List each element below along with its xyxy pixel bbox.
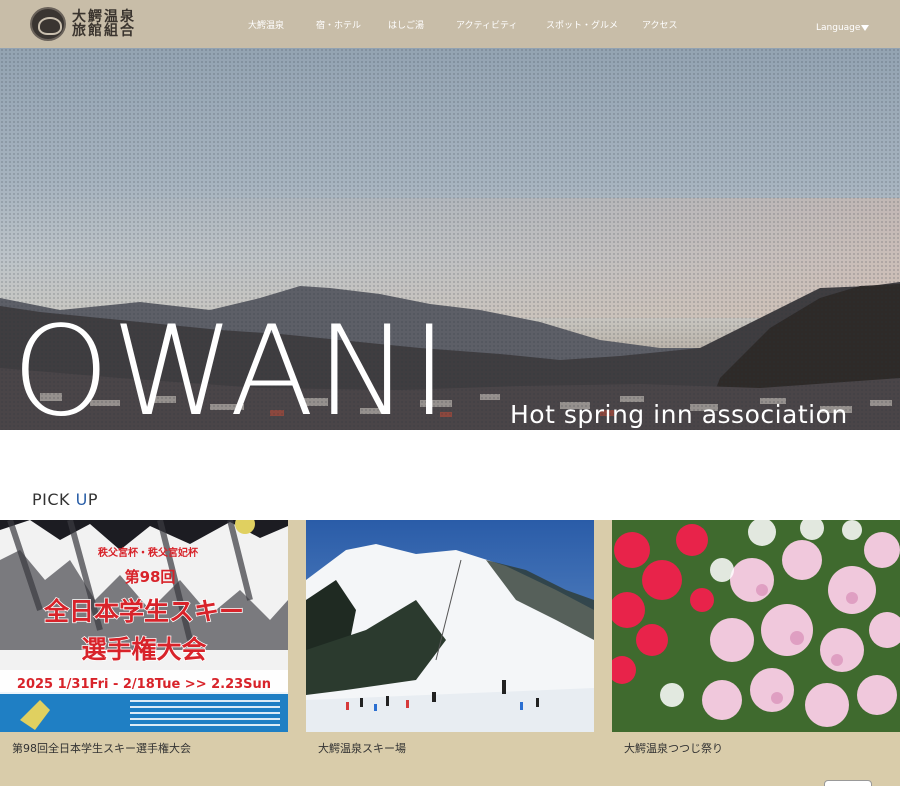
poster-dates: 2025 1/31Fri - 2/18Tue >> 2.23Sun (17, 677, 271, 692)
pickup-card-ski-resort[interactable]: 大鰐温泉スキー場 (306, 520, 594, 786)
pickup-card-ski-championship[interactable]: 秩父宮杯・秩父宮妃杯 第98回 全日本学生スキー 選手権大会 2025 1/31… (0, 520, 288, 786)
azalea-illustration (612, 520, 900, 732)
pickup-caption: 大鰐温泉スキー場 (318, 742, 406, 755)
hero-subtitle: Hot spring inn association (510, 400, 848, 429)
logo-text: 大鰐温泉 旅館組合 (72, 10, 136, 38)
pickup-caption: 第98回全日本学生スキー選手権大会 (12, 742, 191, 755)
site-logo[interactable]: 大鰐温泉 旅館組合 (30, 7, 136, 41)
ski-slope-illustration (306, 520, 594, 732)
logo-line-2: 旅館組合 (72, 23, 136, 39)
pickup-card-azalea-festival[interactable]: 大鰐温泉つつじ祭り (612, 520, 900, 786)
pickup-caption: 大鰐温泉つつじ祭り (624, 742, 723, 755)
language-selector[interactable]: Language (816, 23, 870, 33)
nav-item-access[interactable]: アクセス (642, 18, 678, 31)
poster-round: 第98回 (125, 568, 176, 586)
logo-emblem-icon (30, 7, 66, 41)
hero-banner: OWANI Hot spring inn association (0, 48, 900, 430)
hero-title: OWANI (12, 300, 450, 430)
nav-item-spots-gourmet[interactable]: スポット・グルメ (546, 18, 618, 31)
scroll-button[interactable] (824, 780, 872, 786)
logo-line-1: 大鰐温泉 (72, 9, 136, 25)
azalea-festival-photo (612, 520, 900, 732)
poster-top-line: 秩父宮杯・秩父宮妃杯 (98, 546, 199, 559)
poster-illustration: 秩父宮杯・秩父宮妃杯 第98回 全日本学生スキー 選手権大会 2025 1/31… (0, 520, 288, 732)
nav-item-owani-onsen[interactable]: 大鰐温泉 (248, 18, 284, 31)
poster-line-2: 選手権大会 (81, 635, 206, 664)
poster-line-1: 全日本学生スキー (43, 597, 244, 626)
ski-championship-poster-image: 秩父宮杯・秩父宮妃杯 第98回 全日本学生スキー 選手権大会 2025 1/31… (0, 520, 288, 732)
pickup-heading-accent: U (75, 490, 88, 509)
pickup-heading: PICK UP (32, 490, 98, 509)
pickup-heading-part3: P (87, 490, 98, 509)
nav-item-hotels[interactable]: 宿・ホテル (316, 18, 361, 31)
nav-item-activities[interactable]: アクティビティ (456, 18, 517, 31)
caret-down-icon (861, 25, 870, 31)
nav-item-hashigo-yu[interactable]: はしご湯 (388, 18, 424, 31)
language-label: Language (816, 23, 861, 33)
site-header: 大鰐温泉 旅館組合 大鰐温泉 宿・ホテル はしご湯 アクティビティ スポット・グ… (0, 0, 900, 48)
ski-resort-photo (306, 520, 594, 732)
pickup-heading-part1: PICK (32, 490, 76, 509)
